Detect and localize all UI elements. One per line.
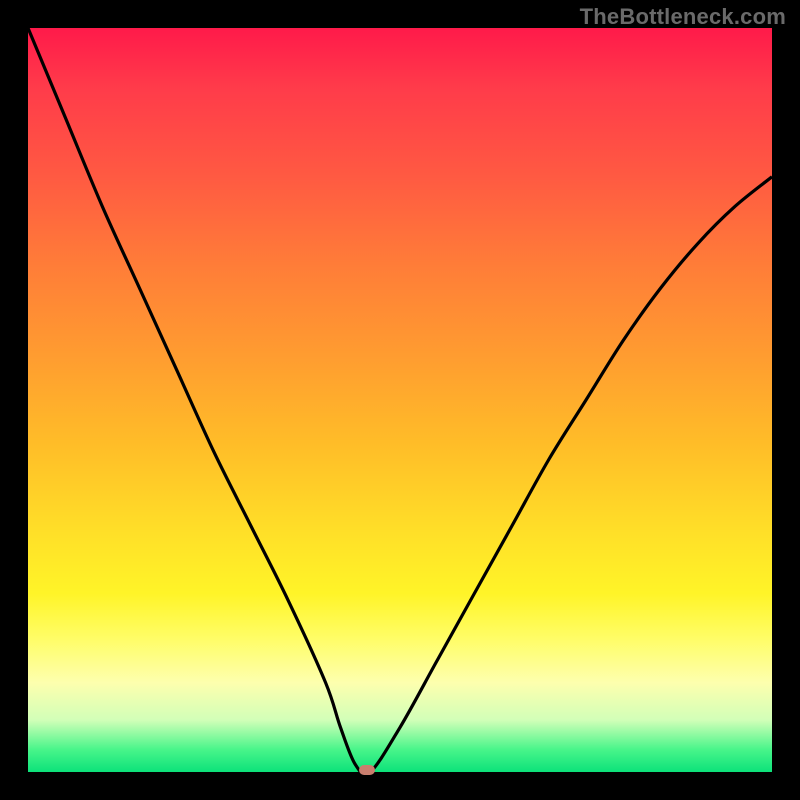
- bottleneck-curve-path: [28, 28, 772, 772]
- curve-svg: [28, 28, 772, 772]
- watermark-text: TheBottleneck.com: [580, 4, 786, 30]
- plot-area: [28, 28, 772, 772]
- chart-frame: TheBottleneck.com: [0, 0, 800, 800]
- optimum-marker: [359, 765, 375, 775]
